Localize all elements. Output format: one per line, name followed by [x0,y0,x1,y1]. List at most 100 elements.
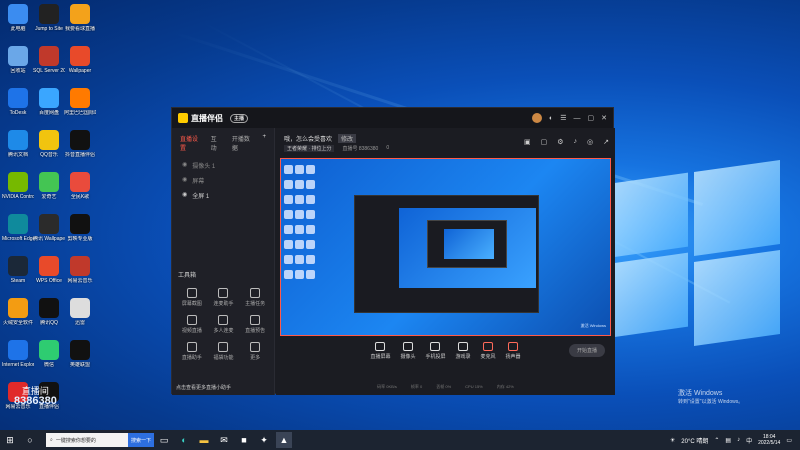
desktop-icon[interactable]: 爱奇艺 [33,170,65,212]
edit-title-button[interactable]: 修改 [338,134,357,143]
tab-interaction[interactable]: 互动 [211,134,220,152]
search-input[interactable]: ⌕ 一键搜索你想要的 [46,433,128,447]
bell-icon[interactable]: ♪ [574,138,578,146]
lock-icon[interactable]: ▢ [541,138,548,146]
category-chip[interactable]: 王者荣耀 · 排位上分 [284,145,335,152]
desktop-icon[interactable]: 抖音直播伴侣 [64,128,96,170]
desktop-icon[interactable]: Wallpaper [64,44,96,86]
ime-icon[interactable]: 中 [746,436,752,445]
assistant-hint[interactable]: 点击查看更多直播小助手 [176,384,231,391]
desktop-icon[interactable]: 迅雷 [64,296,96,338]
clock[interactable]: 18:04 2022/5/14 [758,434,780,446]
speaker-button[interactable]: 扬声器 [506,342,521,360]
desktop-icon[interactable]: 我要看球直播 [64,2,96,44]
gear-icon[interactable]: ⚙ [557,138,563,146]
eye-icon[interactable]: ◉ [182,176,187,185]
phone-icon [430,342,441,351]
source-item-fullscreen[interactable]: ◉ 全屏 1 [172,188,274,203]
desktop-icon[interactable]: 回收站 [2,44,34,86]
desktop-icon-label: 火绒安全软件 [2,320,33,326]
chevron-up-icon[interactable]: ⌃ [714,437,719,444]
tool-tasks[interactable]: 主播任务 [239,288,271,307]
tab-live-settings[interactable]: 直播设置 [180,134,199,152]
settings-icon[interactable]: ◎ [587,138,593,146]
windows-logo [612,150,782,347]
tool-lucky-bag[interactable]: 福袋功能 [208,342,240,361]
desktop-icon[interactable]: 微信 [33,338,65,380]
close-icon[interactable]: ✕ [601,114,607,122]
phone-cast-button[interactable]: 手机投屏 [425,342,446,360]
start-button[interactable]: ⊞ [2,432,18,448]
tool-video-live[interactable]: 视频直播 [176,315,208,334]
desktop-icon[interactable]: 火绒安全软件 [2,296,34,338]
eye-icon[interactable]: ◉ [182,191,187,200]
eye-icon[interactable]: ◉ [182,161,187,170]
gift-icon[interactable]: ▣ [524,138,531,146]
task-view-icon[interactable]: ▭ [156,432,172,448]
live-companion-taskbar-icon[interactable]: ✦ [256,432,272,448]
avatar[interactable] [531,113,542,123]
file-explorer-icon[interactable]: ▬ [196,432,212,448]
desktop-icon[interactable]: ToDesk [2,86,34,128]
screenshot-icon [186,288,197,298]
desktop-icon-label: 全民K歌 [70,194,90,200]
tools-heading: 工具箱 [178,273,197,279]
start-live-button[interactable]: 开始直播 [568,344,605,357]
app-icon[interactable]: ■ [236,432,252,448]
desktop-icon[interactable]: 腾讯文档 [2,128,34,170]
desktop-icon[interactable]: 剪映专业版 [64,212,96,254]
skin-icon[interactable]: ◐ [549,115,553,122]
tab-stream-data[interactable]: 开播数据 [232,134,251,152]
volume-icon[interactable]: ♪ [737,437,740,443]
menu-icon[interactable]: ☰ [560,114,566,122]
app-icon [39,130,59,150]
desktop-icon[interactable]: 腾讯 Wallpaper [33,212,65,254]
tool-screenshot[interactable]: 屏幕截图 [176,288,208,307]
desktop-icon[interactable]: NVIDIA Control Panel [2,170,34,212]
title-bar[interactable]: 直播伴侣 主播 ◐ ☰ — ▢ ✕ [172,108,613,128]
tool-more[interactable]: 更多 [239,342,271,361]
screen-source-button[interactable]: 直播屏幕 [370,342,390,360]
source-item-screen[interactable]: ◉ 屏幕 [172,173,274,188]
desktop-icon[interactable]: 此电脑 [2,2,34,44]
desktop-icon-label: 微信 [43,362,54,368]
source-item-camera[interactable]: ◉ 摄像头 1 [172,158,274,173]
tool-preview[interactable]: 直播预告 [239,315,271,334]
minimize-icon[interactable]: — [574,115,581,122]
desktop-icon-label: Jump to Site [35,26,63,32]
network-icon[interactable]: ▤ [725,437,731,444]
desktop-icon[interactable]: Microsoft Edge [2,212,34,254]
tool-multi-link[interactable]: 多人连麦 [208,315,240,334]
weather-icon[interactable]: ☀ [670,437,675,444]
mail-icon[interactable]: ✉ [216,432,232,448]
desktop-icon[interactable]: Internet Explorer [2,338,34,380]
desktop-icon[interactable]: 腾讯QQ [33,296,65,338]
search-button[interactable]: 搜索一下 [128,433,155,447]
game-capture-button[interactable]: 游戏录 [456,342,471,360]
search-icon[interactable]: ○ [22,432,38,448]
edge-icon[interactable]: ◐ [176,432,192,448]
weather[interactable]: 20°C 晴朗 [681,436,708,445]
tool-co-host[interactable]: 连麦助手 [208,288,240,307]
microphone-button[interactable]: 麦克风 [481,342,496,360]
desktop-icon[interactable]: Steam [2,254,34,296]
active-app-taskbar-icon[interactable]: ▲ [276,432,293,448]
add-source-icon[interactable]: + [262,134,266,152]
stream-preview[interactable]: 激活 Windows [280,158,611,336]
camera-button[interactable]: 摄像头 [400,342,415,360]
desktop-icon-label: QQ音乐 [40,152,58,158]
desktop-icon[interactable]: 网易云音乐 [64,254,96,296]
desktop-icon[interactable]: 全民K歌 [64,170,96,212]
share-icon[interactable]: ↗ [603,138,609,146]
desktop-icon[interactable]: 英雄联盟 [64,338,96,380]
desktop-icon[interactable]: QQ音乐 [33,128,65,170]
desktop-icon[interactable]: 阿里巴巴国际站 [64,86,96,128]
tool-assistant[interactable]: 直播助手 [176,342,208,361]
app-icon [39,172,59,192]
desktop-icon[interactable]: SQL Server 2012 [33,44,65,86]
desktop-icon[interactable]: Jump to Site [33,2,65,44]
maximize-icon[interactable]: ▢ [588,114,595,122]
notification-icon[interactable]: ▭ [786,437,792,444]
desktop-icon[interactable]: WPS Office [33,254,65,296]
desktop-icon[interactable]: 百度网盘 [33,86,65,128]
